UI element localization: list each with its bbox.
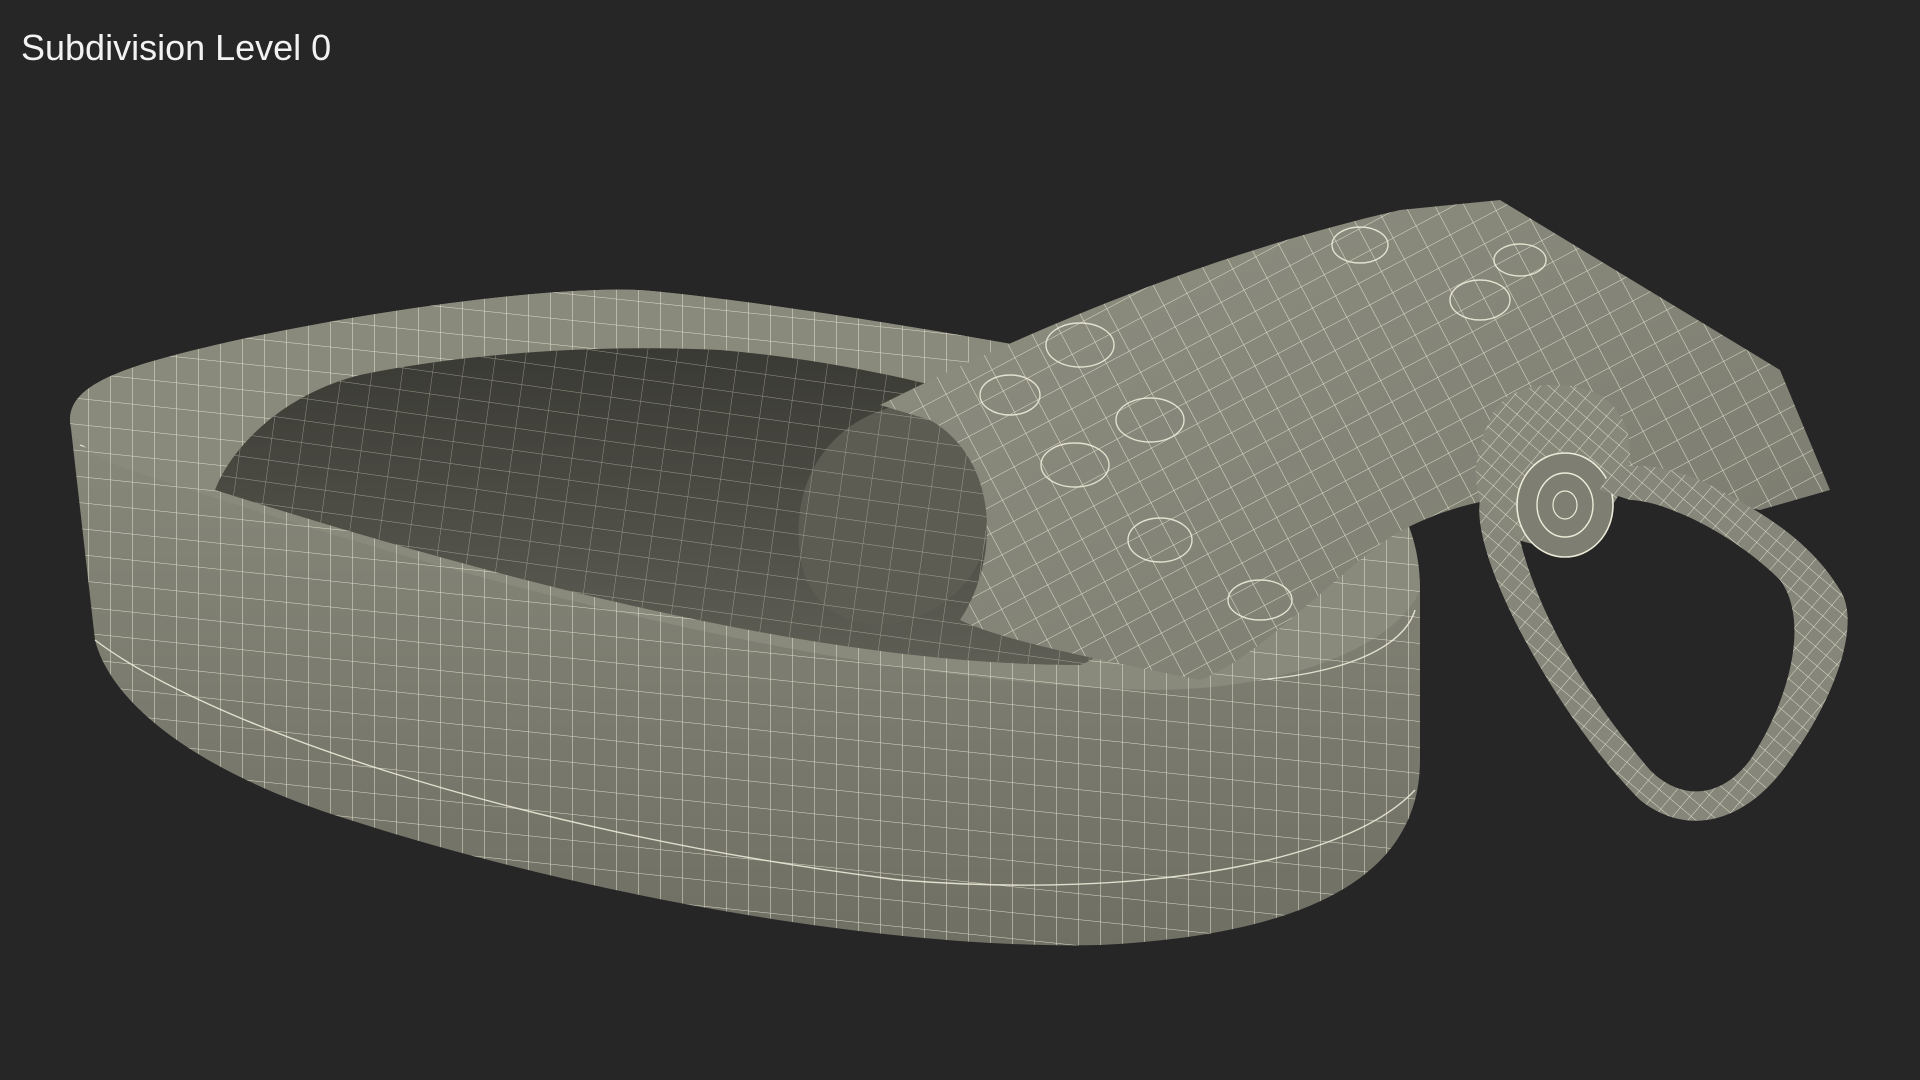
model-render: [70, 200, 1848, 946]
viewport: Subdivision Level 0: [0, 0, 1920, 1080]
